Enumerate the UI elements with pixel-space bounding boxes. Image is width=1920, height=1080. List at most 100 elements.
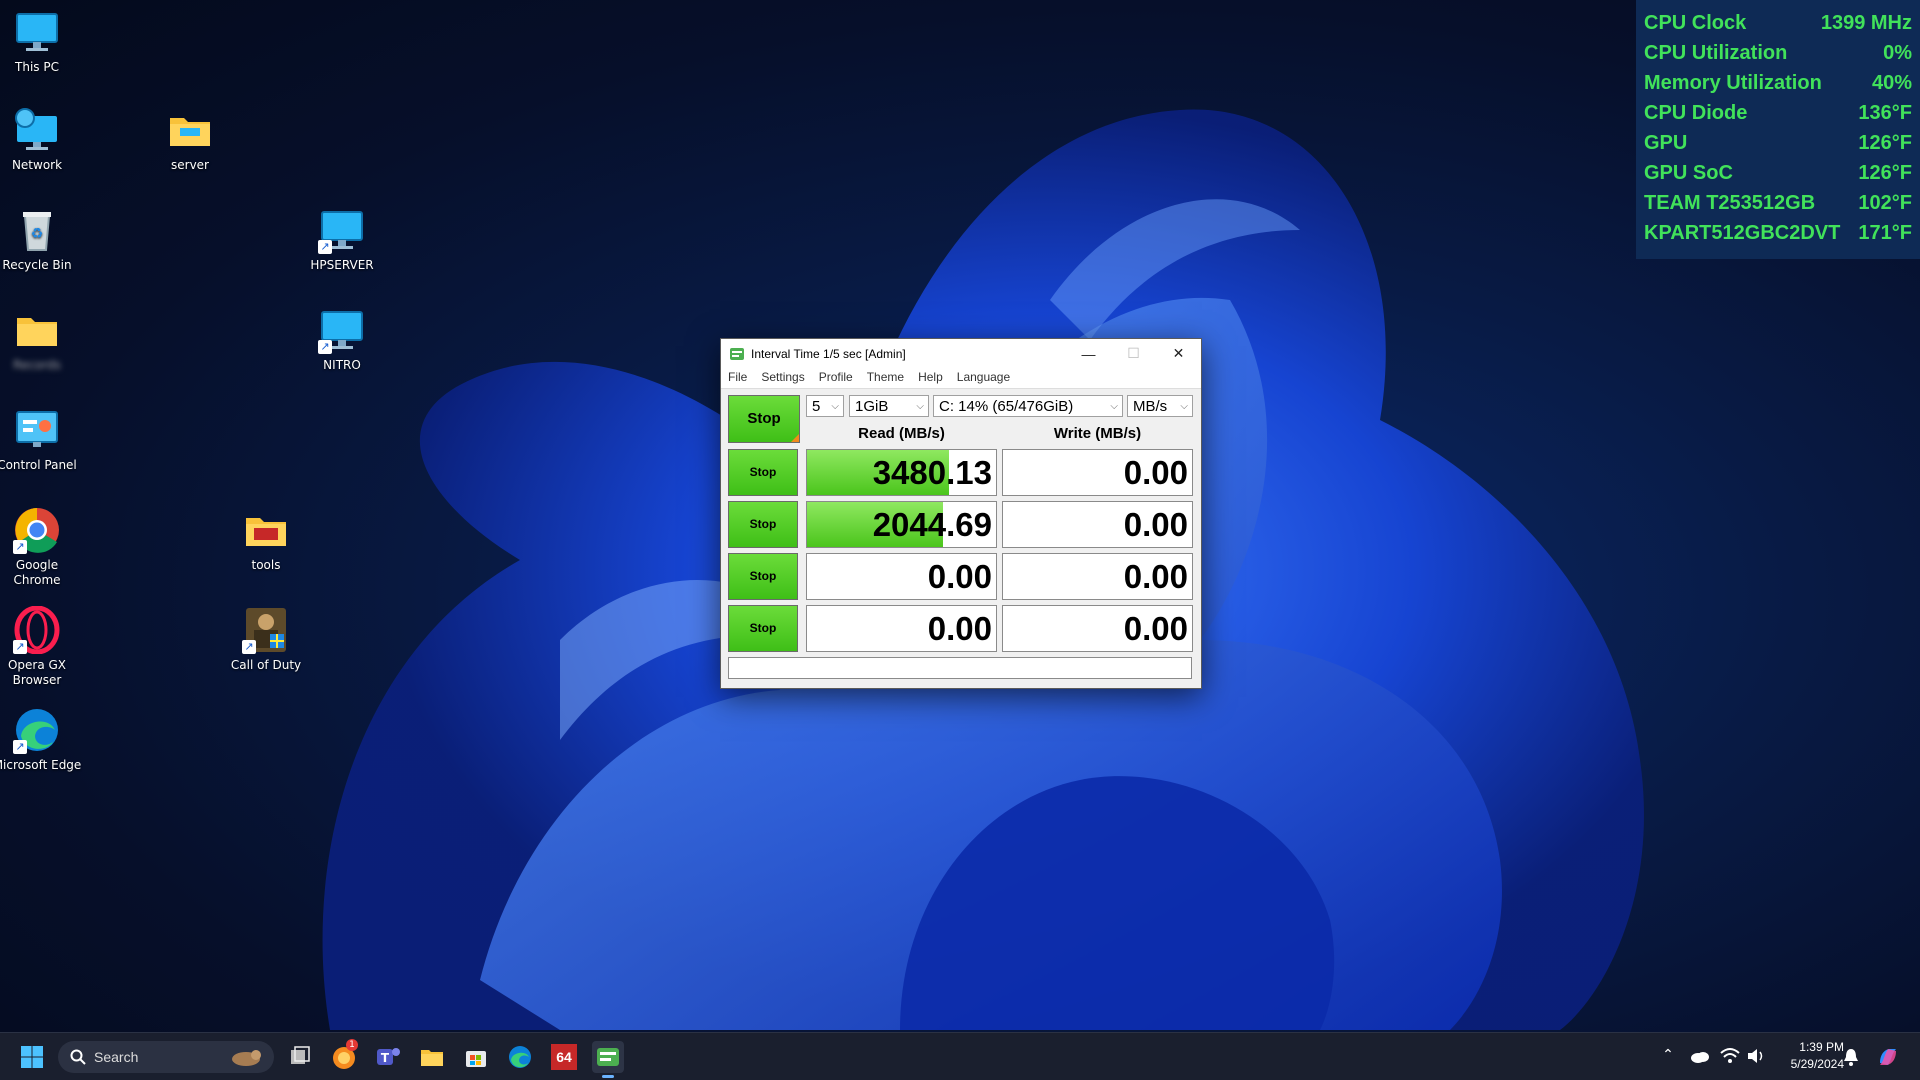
edge-icon (509, 1046, 531, 1068)
file-explorer-icon (421, 1050, 443, 1066)
desktop-icon-this-pc[interactable]: This PC (0, 8, 82, 75)
show-hidden-icons-chevron-up-icon[interactable]: ⌃ (1658, 1047, 1678, 1067)
desktop: This PC Network ♻ Recycle Bin Records Co… (0, 0, 1920, 1080)
taskbar-search[interactable]: Search (58, 1041, 274, 1073)
sensor-name: Memory Utilization (1644, 72, 1822, 94)
wifi-icon[interactable] (1720, 1047, 1740, 1067)
desktop-icon-microsoft-edge[interactable]: ↗ Microsoft Edge (0, 706, 82, 773)
taskbar-app-copilot[interactable]: 1 (328, 1039, 360, 1073)
desktop-icon-tools[interactable]: tools (221, 506, 311, 573)
taskbar-app-benchmark[interactable] (592, 1041, 624, 1078)
count-value: 5 (812, 398, 821, 415)
desktop-icon-label: Network (11, 158, 63, 172)
menu-bar: File Settings Profile Theme Help Languag… (721, 368, 1201, 389)
stop-all-button[interactable]: Stop (728, 395, 800, 443)
desktop-icon-label: Microsoft Edge (0, 758, 82, 772)
desktop-icon-control-panel[interactable]: Control Panel (0, 406, 82, 473)
row-stop-button[interactable]: Stop (728, 501, 798, 548)
sensor-value: 126°F (1858, 162, 1912, 184)
sensor-name: CPU Diode (1644, 102, 1748, 124)
chevron-down-icon: ⌵ (1110, 401, 1118, 412)
desktop-icon-label: This PC (15, 60, 59, 74)
drive-select[interactable]: C: 14% (65/476GiB) ⌵ (933, 395, 1123, 417)
shortcut-arrow-icon: ↗ (242, 640, 256, 654)
search-icon (70, 1049, 86, 1065)
aida64-icon: 64 (551, 1044, 577, 1070)
taskbar-app-file-explorer[interactable] (416, 1041, 448, 1073)
taskbar-app-edge[interactable] (504, 1041, 536, 1073)
desktop-icon-label: Records (13, 358, 61, 372)
start-button[interactable] (16, 1041, 48, 1073)
close-button[interactable]: ✕ (1156, 339, 1201, 368)
write-cell: 0.00 (1002, 501, 1193, 548)
menu-settings[interactable]: Settings (754, 368, 811, 388)
size-select[interactable]: 1GiB ⌵ (849, 395, 929, 417)
volume-icon[interactable] (1746, 1047, 1766, 1067)
sensor-name: KPART512GBC2DVT (1644, 222, 1841, 244)
count-select[interactable]: 5 ⌵ (806, 395, 844, 417)
taskbar-app-store[interactable] (460, 1041, 492, 1073)
menu-file[interactable]: File (721, 368, 754, 388)
desktop-icon-recycle-bin[interactable]: ♻ Recycle Bin (0, 206, 82, 273)
desktop-icon-opera-gx[interactable]: ↗ Opera GX Browser (0, 605, 82, 688)
shortcut-arrow-icon: ↗ (318, 240, 332, 254)
sensor-value: 40% (1871, 72, 1912, 94)
write-value: 0.00 (1123, 610, 1188, 647)
row-stop-button[interactable]: Stop (728, 449, 798, 496)
write-value: 0.00 (1123, 506, 1188, 543)
size-value: 1GiB (855, 398, 889, 415)
taskbar-clock[interactable]: 1:39 PM 5/29/2024 (1764, 1039, 1844, 1073)
row-stop-button[interactable]: Stop (728, 553, 798, 600)
folder-icon (242, 506, 290, 554)
store-icon (466, 1051, 486, 1067)
unit-select[interactable]: MB/s ⌵ (1127, 395, 1193, 417)
menu-language[interactable]: Language (950, 368, 1017, 388)
task-view-button[interactable] (284, 1041, 316, 1073)
maximize-button[interactable]: ☐ (1111, 339, 1156, 368)
desktop-icon-network[interactable]: Network (0, 106, 82, 173)
sensor-row: Memory Utilization 40% (1636, 68, 1920, 98)
monitor-icon: ↗ (318, 306, 366, 354)
opera-gx-icon: ↗ (13, 605, 61, 655)
row-stop-button[interactable]: Stop (728, 605, 798, 652)
sensor-row: CPU Diode 136°F (1636, 98, 1920, 128)
desktop-icon-server[interactable]: server (145, 106, 235, 173)
sensor-row: CPU Clock 1399 MHz (1636, 8, 1920, 38)
read-cell: 0.00 (806, 553, 997, 600)
taskbar-app-aida64[interactable]: 64 (548, 1041, 580, 1073)
title-bar[interactable]: Interval Time 1/5 sec [Admin] — ☐ ✕ (721, 339, 1201, 368)
menu-profile[interactable]: Profile (812, 368, 860, 388)
desktop-icon-nitro[interactable]: ↗ NITRO (297, 306, 387, 373)
sensor-name: CPU Clock (1644, 12, 1747, 34)
shortcut-arrow-icon: ↗ (13, 540, 27, 554)
read-cell: 0.00 (806, 605, 997, 652)
desktop-icon-call-of-duty[interactable]: ↗ Call of Duty (221, 606, 311, 673)
desktop-icon-google-chrome[interactable]: ↗ Google Chrome (0, 506, 82, 588)
clock-date: 5/29/2024 (1790, 1057, 1844, 1071)
sensor-row: GPU SoC 126°F (1636, 158, 1920, 188)
aida64-label: 64 (556, 1049, 572, 1065)
call-of-duty-icon: ↗ (242, 606, 290, 654)
minimize-button[interactable]: — (1066, 339, 1111, 368)
copilot-tray-icon[interactable] (1876, 1045, 1896, 1065)
write-value: 0.00 (1123, 454, 1188, 491)
desktop-icon-label: NITRO (323, 358, 361, 372)
notification-badge: 1 (346, 1039, 358, 1051)
window-title: Interval Time 1/5 sec [Admin] (751, 346, 906, 361)
menu-theme[interactable]: Theme (860, 368, 911, 388)
read-value: 0.00 (927, 558, 992, 595)
unit-value: MB/s (1133, 398, 1168, 415)
edge-icon: ↗ (13, 706, 61, 754)
menu-help[interactable]: Help (911, 368, 950, 388)
taskbar-app-teams[interactable]: T (372, 1041, 404, 1073)
desktop-icon-hpserver[interactable]: ↗ HPSERVER (297, 206, 387, 273)
notification-bell-icon[interactable] (1842, 1047, 1862, 1067)
windows-logo-icon (21, 1046, 43, 1068)
onedrive-cloud-icon[interactable] (1690, 1049, 1710, 1069)
sensor-name: TEAM T253512GB (1644, 192, 1816, 214)
task-view-icon (291, 1046, 310, 1064)
desktop-icon-records[interactable]: Records (0, 306, 82, 373)
control-panel-icon (13, 406, 61, 454)
desktop-icon-label: Opera GX Browser (7, 658, 67, 687)
write-header: Write (MB/s) (1053, 425, 1142, 442)
